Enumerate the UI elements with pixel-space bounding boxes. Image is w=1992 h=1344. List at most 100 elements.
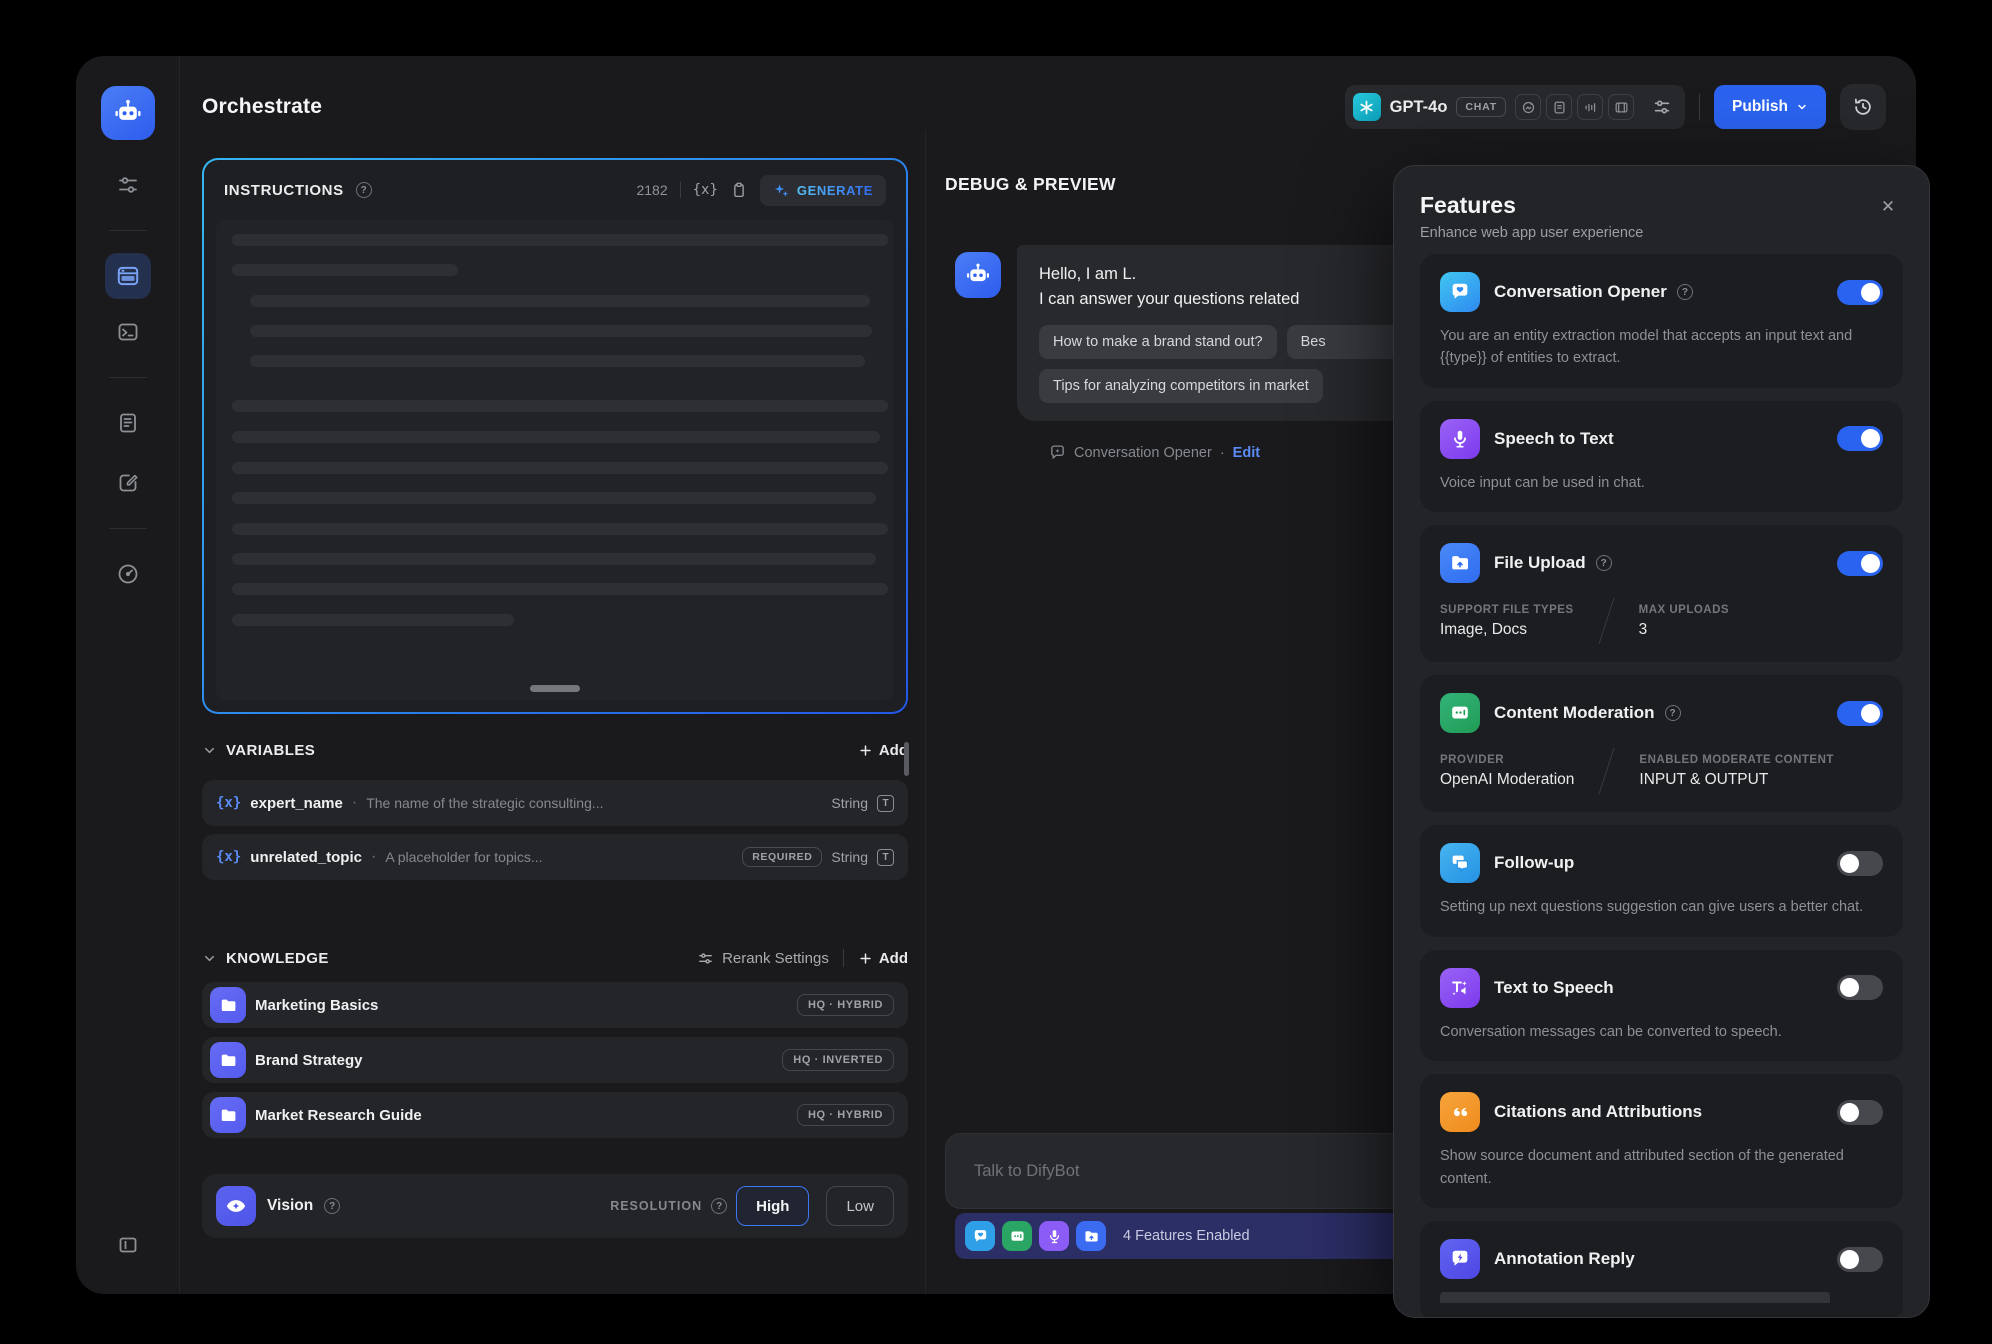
sidebar-divider xyxy=(109,230,147,231)
clipboard-icon[interactable] xyxy=(730,181,748,199)
help-icon[interactable]: ? xyxy=(324,1198,340,1214)
sidebar-item-annotations[interactable] xyxy=(105,460,151,506)
feature-card-citations: Citations and Attributions Show source d… xyxy=(1420,1074,1903,1208)
add-variable-button[interactable]: Add xyxy=(858,742,908,759)
stat-moderate-content: ENABLED MODERATE CONTENT INPUT & OUTPUT xyxy=(1639,754,1834,789)
stat-divider xyxy=(1598,598,1614,644)
file-upload-toggle[interactable] xyxy=(1837,551,1883,576)
column-divider xyxy=(925,130,926,1294)
resize-handle[interactable] xyxy=(530,685,580,692)
variable-row[interactable]: {x} unrelated_topic · A placeholder for … xyxy=(202,834,908,880)
sidebar-item-orchestrate[interactable] xyxy=(105,162,151,208)
annotation-reply-icon xyxy=(1440,1239,1480,1279)
sidebar-item-monitoring[interactable] xyxy=(105,551,151,597)
knowledge-item[interactable]: Marketing Basics HQ · HYBRID xyxy=(202,982,908,1028)
history-button[interactable] xyxy=(1840,84,1886,130)
model-selector[interactable]: GPT-4o CHAT xyxy=(1345,85,1685,129)
help-icon[interactable]: ? xyxy=(356,182,372,198)
openai-icon xyxy=(1353,93,1381,121)
model-mode-badge: CHAT xyxy=(1456,97,1506,117)
sidebar-item-app-preview[interactable] xyxy=(105,253,151,299)
knowledge-name: Brand Strategy xyxy=(255,1052,363,1069)
feature-card-content-moderation: Content Moderation ? PROVIDER OpenAI Mod… xyxy=(1420,675,1903,812)
sidebar-item-api[interactable] xyxy=(105,309,151,355)
app-logo[interactable] xyxy=(101,86,155,140)
stat-provider: PROVIDER OpenAI Moderation xyxy=(1440,754,1574,789)
chevron-down-icon[interactable] xyxy=(202,951,217,966)
suggestion-chip[interactable]: Tips for analyzing competitors in market xyxy=(1039,369,1323,403)
variable-name: unrelated_topic xyxy=(250,849,362,866)
variable-icon: {x} xyxy=(216,795,241,811)
variables-section-header: VARIABLES Add xyxy=(202,732,908,768)
model-params-icon[interactable] xyxy=(1651,96,1673,118)
required-badge: REQUIRED xyxy=(742,847,822,867)
close-icon[interactable]: ✕ xyxy=(1873,192,1903,222)
edit-opener-link[interactable]: Edit xyxy=(1233,445,1260,461)
knowledge-item[interactable]: Brand Strategy HQ · INVERTED xyxy=(202,1037,908,1083)
instructions-editor[interactable] xyxy=(216,220,894,700)
char-count: 2182 xyxy=(636,182,667,198)
suggestion-chip[interactable]: Bes xyxy=(1287,325,1399,359)
generate-button[interactable]: GENERATE xyxy=(760,175,886,206)
help-icon[interactable]: ? xyxy=(1596,555,1612,571)
text-to-speech-icon xyxy=(1440,968,1480,1008)
resolution-low-button[interactable]: Low xyxy=(826,1186,894,1226)
folder-icon xyxy=(210,987,246,1023)
document-capability-icon xyxy=(1546,94,1572,120)
feature-title: Annotation Reply xyxy=(1494,1249,1635,1269)
tune-icon xyxy=(116,173,140,197)
gauge-icon xyxy=(116,562,140,586)
suggestion-chip[interactable]: How to make a brand stand out? xyxy=(1039,325,1277,359)
knowledge-item[interactable]: Market Research Guide HQ · HYBRID xyxy=(202,1092,908,1138)
feature-title: Citations and Attributions xyxy=(1494,1102,1702,1122)
topbar-divider xyxy=(1699,94,1700,120)
stat-support-file-types: SUPPORT FILE TYPES Image, Docs xyxy=(1440,604,1574,639)
conversation-opener-toggle[interactable] xyxy=(1837,280,1883,305)
features-panel: Features Enhance web app user experience… xyxy=(1393,165,1930,1318)
help-icon[interactable]: ? xyxy=(1677,284,1693,300)
text-to-speech-toggle[interactable] xyxy=(1837,975,1883,1000)
help-icon[interactable]: ? xyxy=(711,1198,727,1214)
folder-icon xyxy=(210,1042,246,1078)
opener-label: Conversation Opener xyxy=(1074,445,1212,461)
feature-card-follow-up: Follow-up Setting up next questions sugg… xyxy=(1420,825,1903,936)
content-moderation-toggle[interactable] xyxy=(1837,701,1883,726)
sidebar-collapse-button[interactable] xyxy=(105,1222,151,1268)
scrollbar-thumb[interactable] xyxy=(904,742,909,776)
feature-title: File Upload xyxy=(1494,553,1586,573)
file-upload-icon xyxy=(1440,543,1480,583)
rerank-label: Rerank Settings xyxy=(722,950,829,967)
publish-label: Publish xyxy=(1732,98,1788,116)
stat-divider xyxy=(1599,748,1615,794)
variable-type: String xyxy=(831,795,868,811)
variable-insert-icon[interactable]: {x} xyxy=(693,182,718,198)
sidebar-item-logs[interactable] xyxy=(105,400,151,446)
chevron-down-icon xyxy=(1796,101,1808,113)
chevron-down-icon[interactable] xyxy=(202,743,217,758)
separator: · xyxy=(352,794,357,812)
knowledge-name: Market Research Guide xyxy=(255,1107,422,1124)
publish-button[interactable]: Publish xyxy=(1714,85,1826,129)
annotation-reply-toggle[interactable] xyxy=(1837,1247,1883,1272)
string-type-icon: T xyxy=(877,795,894,812)
debug-preview-title: DEBUG & PREVIEW xyxy=(945,174,1116,195)
speech-to-text-toggle[interactable] xyxy=(1837,426,1883,451)
citations-toggle[interactable] xyxy=(1837,1100,1883,1125)
sidebar-divider xyxy=(109,377,147,378)
resolution-high-button[interactable]: High xyxy=(736,1186,809,1226)
follow-up-toggle[interactable] xyxy=(1837,851,1883,876)
model-name: GPT-4o xyxy=(1390,98,1448,117)
rerank-settings-button[interactable]: Rerank Settings xyxy=(697,950,829,967)
audio-capability-icon xyxy=(1577,94,1603,120)
variable-icon: {x} xyxy=(216,849,241,865)
help-icon[interactable]: ? xyxy=(1665,705,1681,721)
variable-row[interactable]: {x} expert_name · The name of the strate… xyxy=(202,780,908,826)
knowledge-badge: HQ · INVERTED xyxy=(782,1049,894,1071)
add-label: Add xyxy=(879,950,908,967)
features-subtitle: Enhance web app user experience xyxy=(1420,225,1643,241)
add-knowledge-button[interactable]: Add xyxy=(858,950,908,967)
feature-desc: Voice input can be used in chat. xyxy=(1440,472,1883,494)
sidebar xyxy=(76,56,180,1294)
chat-opener-icon xyxy=(1049,444,1066,461)
features-title: Features xyxy=(1420,192,1643,219)
